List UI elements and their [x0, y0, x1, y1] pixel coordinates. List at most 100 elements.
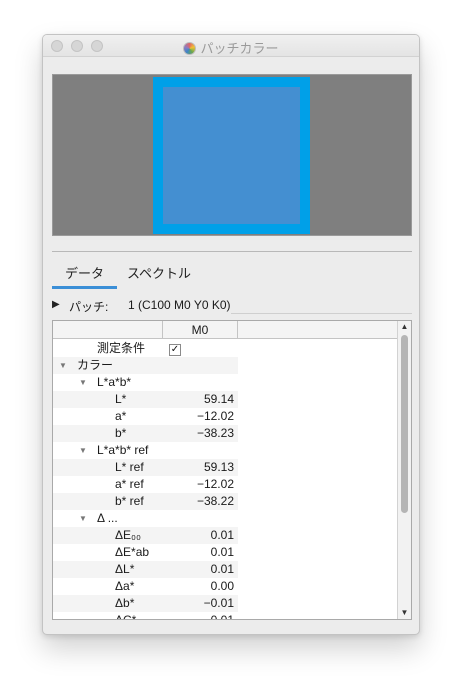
patch-selector[interactable]: ▶ パッチ: 1 (C100 M0 Y0 K0) [52, 297, 412, 315]
arrow-up-icon[interactable]: ▲ [398, 321, 411, 333]
row-label-cell: b* ref [53, 493, 163, 510]
table-row[interactable]: Δa* 0.00 [53, 578, 398, 595]
patch-value: 1 (C100 M0 Y0 K0) [128, 298, 231, 312]
row-value-cell [163, 357, 238, 374]
row-value-cell: 59.14 [163, 391, 238, 408]
row-label: カラー [77, 358, 114, 372]
row-label: L* [115, 392, 127, 406]
row-label-cell: a* [53, 408, 163, 425]
row-value-cell: −12.02 [163, 408, 238, 425]
table-row[interactable]: ▼ L*a*b* ref [53, 442, 398, 459]
row-label-cell: a* ref [53, 476, 163, 493]
table-header: M0 [53, 321, 398, 339]
row-value-cell: −0.01 [163, 595, 238, 612]
row-value: 59.13 [203, 460, 234, 474]
row-label: 測定条件 [97, 341, 146, 355]
row-label-cell: ▼ L*a*b* [53, 374, 163, 391]
row-label: Δa* [115, 579, 135, 593]
title-bar[interactable]: パッチカラー [43, 35, 419, 57]
row-value: 0.01 [210, 613, 234, 620]
row-value-cell: 59.13 [163, 459, 238, 476]
row-label-cell: 測定条件 [53, 340, 163, 357]
row-label-cell: ΔE₀₀ [53, 527, 163, 544]
triangle-right-icon[interactable]: ▶ [52, 299, 60, 310]
row-label-cell: L* [53, 391, 163, 408]
row-value: 0.01 [210, 528, 234, 542]
tab-spectrum[interactable]: スペクトル [124, 261, 194, 289]
table-row[interactable]: Δb* −0.01 [53, 595, 398, 612]
row-label: ΔE*ab [115, 545, 150, 559]
separator [52, 251, 412, 252]
row-label: Δ ... [97, 511, 118, 525]
row-label: L*a*b* [97, 375, 132, 389]
row-value-cell: −38.22 [163, 493, 238, 510]
table-row[interactable]: ΔC* 0.01 [53, 612, 398, 620]
row-value: 0.00 [210, 579, 234, 593]
row-label-cell: L* ref [53, 459, 163, 476]
row-label-cell: ΔL* [53, 561, 163, 578]
patch-swatch-outer [153, 77, 310, 234]
row-value: −38.23 [196, 426, 234, 440]
scrollbar-thumb[interactable] [401, 335, 408, 513]
row-value-cell [163, 442, 238, 459]
row-value-cell: −12.02 [163, 476, 238, 493]
table-row[interactable]: ΔL* 0.01 [53, 561, 398, 578]
row-value: 0.01 [210, 562, 234, 576]
row-label: b* [115, 426, 127, 440]
row-value: 0.01 [210, 545, 234, 559]
row-label-cell: ΔC* [53, 612, 163, 620]
row-value: −12.02 [196, 477, 234, 491]
patch-swatch-inner [163, 87, 300, 224]
patch-color-window: パッチカラー データ スペクトル ▶ パッチ: 1 (C100 M0 Y0 K0… [42, 34, 420, 635]
row-label-cell: Δb* [53, 595, 163, 612]
table-row[interactable]: L* ref 59.13 [53, 459, 398, 476]
table-row[interactable]: ▼ L*a*b* [53, 374, 398, 391]
table-row[interactable]: ▼ カラー [53, 357, 398, 374]
row-label-cell: ΔE*ab [53, 544, 163, 561]
header-label-column[interactable] [53, 321, 163, 339]
table-row[interactable]: ΔE₀₀ 0.01 [53, 527, 398, 544]
checkbox[interactable]: ✓ [169, 344, 181, 356]
window-title-wrap: パッチカラー [43, 38, 419, 57]
tab-bar: データ スペクトル [52, 261, 412, 289]
row-label: Δb* [115, 596, 135, 610]
color-preview-panel [52, 74, 412, 236]
table-row[interactable]: L* 59.14 [53, 391, 398, 408]
table-row[interactable]: ΔE*ab 0.01 [53, 544, 398, 561]
row-label: ΔC* [115, 613, 137, 620]
data-table[interactable]: M0 測定条件 ✓ ▼ カラー ▼ L*a*b* L* 59.14 a* −12.02 b* −38.… [52, 320, 412, 620]
table-row[interactable]: a* ref −12.02 [53, 476, 398, 493]
row-label: ΔE₀₀ [115, 528, 141, 542]
row-label-cell: ▼ L*a*b* ref [53, 442, 163, 459]
row-label-cell: Δa* [53, 578, 163, 595]
row-value-cell: 0.01 [163, 561, 238, 578]
table-row[interactable]: 測定条件 ✓ [53, 340, 398, 357]
table-row[interactable]: ▼ Δ ... [53, 510, 398, 527]
triangle-down-icon[interactable]: ▼ [79, 374, 87, 391]
table-row[interactable]: b* −38.23 [53, 425, 398, 442]
row-value-cell [163, 510, 238, 527]
patch-label: パッチ: [69, 300, 109, 314]
row-value: 59.14 [203, 392, 234, 406]
row-label: L* ref [115, 460, 144, 474]
row-value-cell: −38.23 [163, 425, 238, 442]
app-icon [183, 42, 197, 55]
patch-underline [231, 313, 412, 314]
row-label: L*a*b* ref [97, 443, 149, 457]
row-label: a* ref [115, 477, 144, 491]
triangle-down-icon[interactable]: ▼ [79, 442, 87, 459]
tab-data[interactable]: データ [52, 261, 117, 289]
header-m0-column[interactable]: M0 [163, 321, 238, 339]
arrow-down-icon[interactable]: ▼ [398, 607, 411, 619]
row-value-cell: ✓ [163, 340, 238, 357]
vertical-scrollbar[interactable]: ▲ ▼ [397, 321, 411, 619]
triangle-down-icon[interactable]: ▼ [79, 510, 87, 527]
row-label-cell: ▼ カラー [53, 357, 163, 374]
table-rows: 測定条件 ✓ ▼ カラー ▼ L*a*b* L* 59.14 a* −12.02 b* −38.23 ▼… [53, 340, 398, 620]
table-row[interactable]: b* ref −38.22 [53, 493, 398, 510]
triangle-down-icon[interactable]: ▼ [59, 357, 67, 374]
row-value-cell: 0.01 [163, 544, 238, 561]
row-label: b* ref [115, 494, 144, 508]
row-label: ΔL* [115, 562, 135, 576]
table-row[interactable]: a* −12.02 [53, 408, 398, 425]
